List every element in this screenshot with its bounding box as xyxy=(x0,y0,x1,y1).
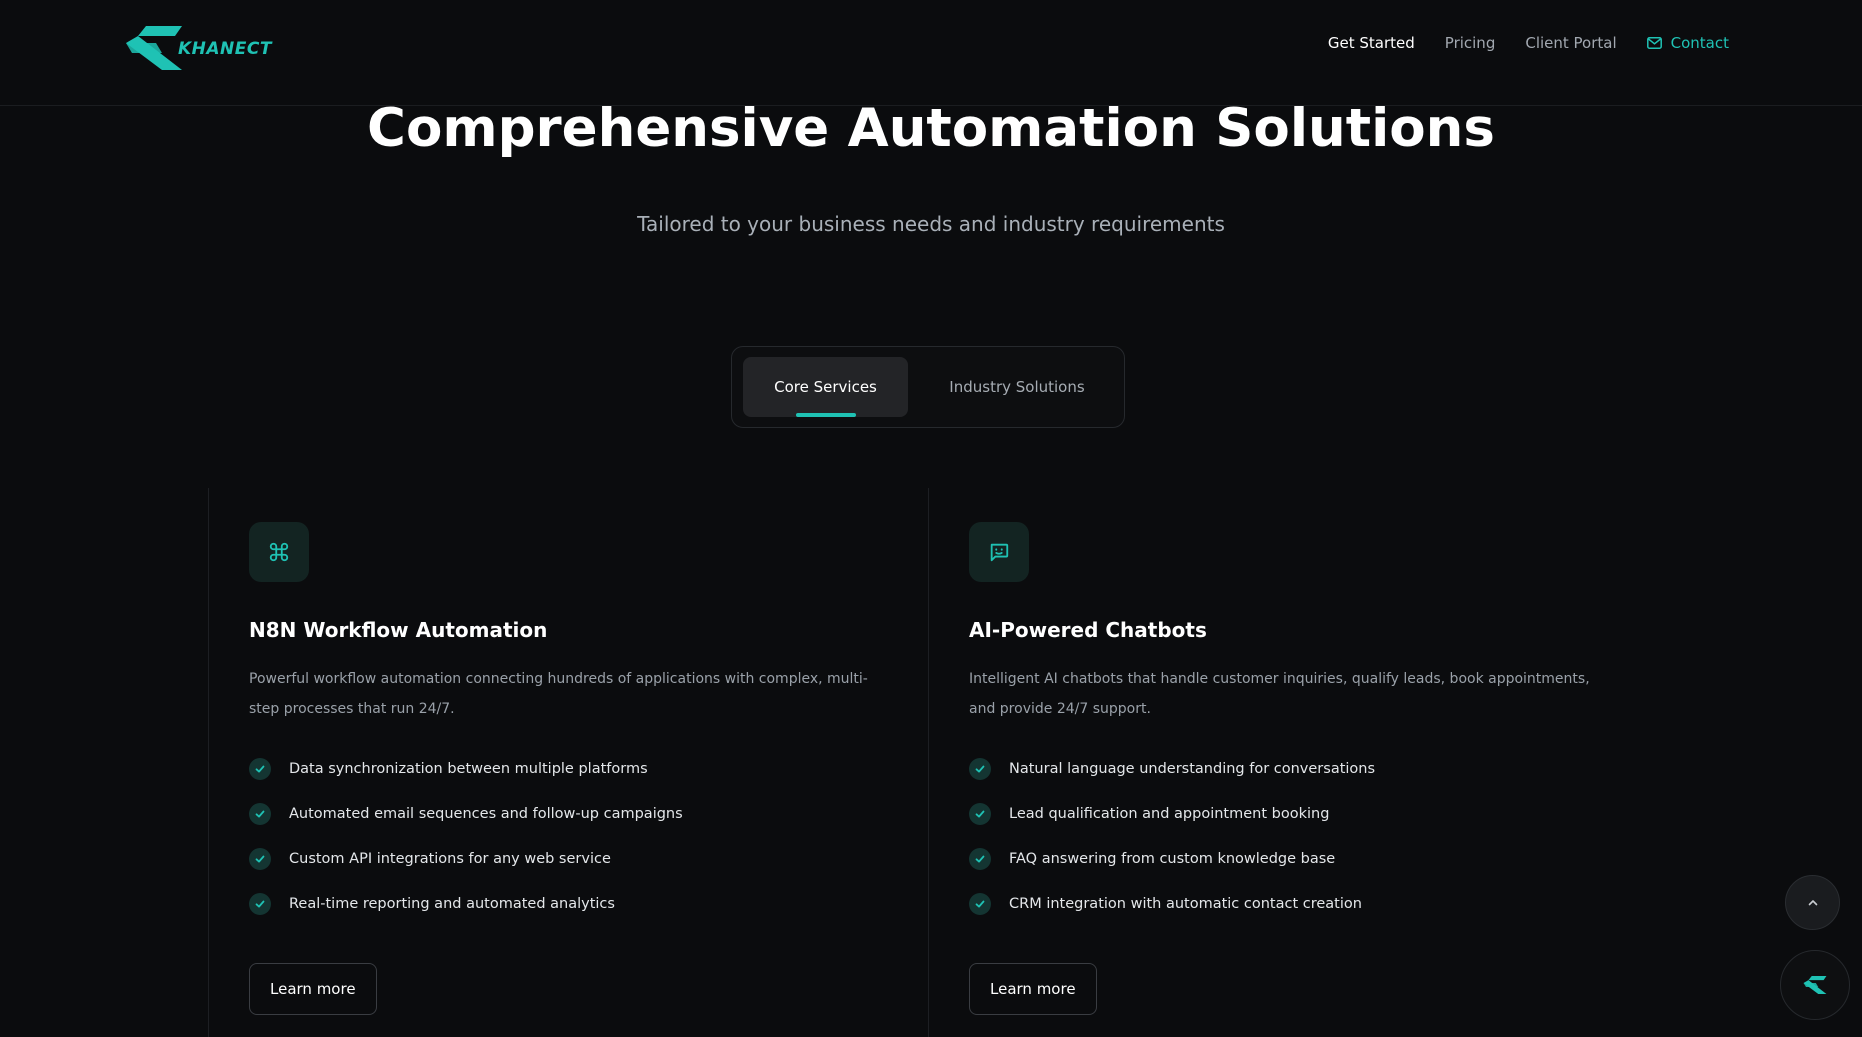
card-description: Powerful workflow automation connecting … xyxy=(249,671,868,717)
check-icon xyxy=(969,847,991,870)
nav-links: Get Started Pricing Client Portal Contac… xyxy=(1328,34,1729,52)
brand-logo[interactable]: KHANECT xyxy=(126,26,272,70)
card-title: N8N Workflow Automation xyxy=(249,618,548,642)
brand-name: KHANECT xyxy=(178,39,272,59)
tab-core-services-label: Core Services xyxy=(774,378,877,396)
tab-industry-solutions[interactable]: Industry Solutions xyxy=(917,357,1117,417)
khanect-logo-icon xyxy=(126,26,182,70)
card-divider-left xyxy=(208,488,209,1037)
check-icon xyxy=(969,892,991,915)
feature-item: Lead qualification and appointment booki… xyxy=(969,791,1599,836)
card-icon-box xyxy=(969,522,1029,582)
scroll-to-top-button[interactable] xyxy=(1785,875,1840,930)
feature-item: FAQ answering from custom knowledge base xyxy=(969,836,1599,881)
nav-client-portal[interactable]: Client Portal xyxy=(1525,34,1616,52)
card-title: AI-Powered Chatbots xyxy=(969,618,1207,642)
command-icon xyxy=(269,542,289,562)
chevron-up-icon xyxy=(1808,899,1817,905)
check-icon xyxy=(249,757,271,780)
nav-contact[interactable]: Contact xyxy=(1646,34,1729,52)
service-card-chatbots: AI-Powered Chatbots Intelligent AI chatb… xyxy=(969,522,1599,1015)
page-subtitle: Tailored to your business needs and indu… xyxy=(637,212,1225,236)
chatbot-icon xyxy=(990,543,1009,562)
tab-industry-solutions-label: Industry Solutions xyxy=(949,378,1085,396)
service-card-n8n: N8N Workflow Automation Powerful workflo… xyxy=(249,522,879,1015)
feature-text: Real-time reporting and automated analyt… xyxy=(289,895,615,912)
chat-launcher-button[interactable] xyxy=(1780,950,1850,1020)
feature-item: Automated email sequences and follow-up … xyxy=(249,791,879,836)
feature-item: CRM integration with automatic contact c… xyxy=(969,881,1599,926)
feature-item: Real-time reporting and automated analyt… xyxy=(249,881,879,926)
feature-text: Natural language understanding for conve… xyxy=(1009,760,1376,777)
services-tab-bar: Core Services Industry Solutions xyxy=(731,346,1125,428)
feature-text: Data synchronization between multiple pl… xyxy=(289,760,648,777)
tab-core-services[interactable]: Core Services xyxy=(743,357,908,417)
feature-list: Natural language understanding for conve… xyxy=(969,746,1599,926)
feature-text: Automated email sequences and follow-up … xyxy=(289,805,683,822)
feature-text: Lead qualification and appointment booki… xyxy=(1009,805,1330,822)
card-divider-middle xyxy=(928,488,929,1037)
active-tab-indicator xyxy=(796,413,856,417)
check-icon xyxy=(249,892,271,915)
mail-icon xyxy=(1646,37,1662,49)
feature-list: Data synchronization between multiple pl… xyxy=(249,746,879,926)
feature-item: Natural language understanding for conve… xyxy=(969,746,1599,791)
feature-text: Custom API integrations for any web serv… xyxy=(289,850,611,867)
top-navigation: KHANECT Get Started Pricing Client Porta… xyxy=(0,0,1862,106)
feature-text: CRM integration with automatic contact c… xyxy=(1009,895,1362,912)
nav-contact-label: Contact xyxy=(1670,34,1729,52)
feature-item: Custom API integrations for any web serv… xyxy=(249,836,879,881)
check-icon xyxy=(249,802,271,825)
nav-pricing[interactable]: Pricing xyxy=(1445,34,1496,52)
check-icon xyxy=(969,757,991,780)
khanect-logo-icon xyxy=(1803,976,1827,994)
page-title: Comprehensive Automation Solutions xyxy=(367,98,1495,159)
check-icon xyxy=(969,802,991,825)
feature-item: Data synchronization between multiple pl… xyxy=(249,746,879,791)
card-icon-box xyxy=(249,522,309,582)
learn-more-button-chatbots[interactable]: Learn more xyxy=(969,963,1097,1015)
card-description: Intelligent AI chatbots that handle cust… xyxy=(969,671,1590,717)
feature-text: FAQ answering from custom knowledge base xyxy=(1009,850,1336,867)
learn-more-button-n8n[interactable]: Learn more xyxy=(249,963,377,1015)
check-icon xyxy=(249,847,271,870)
nav-get-started[interactable]: Get Started xyxy=(1328,34,1415,52)
